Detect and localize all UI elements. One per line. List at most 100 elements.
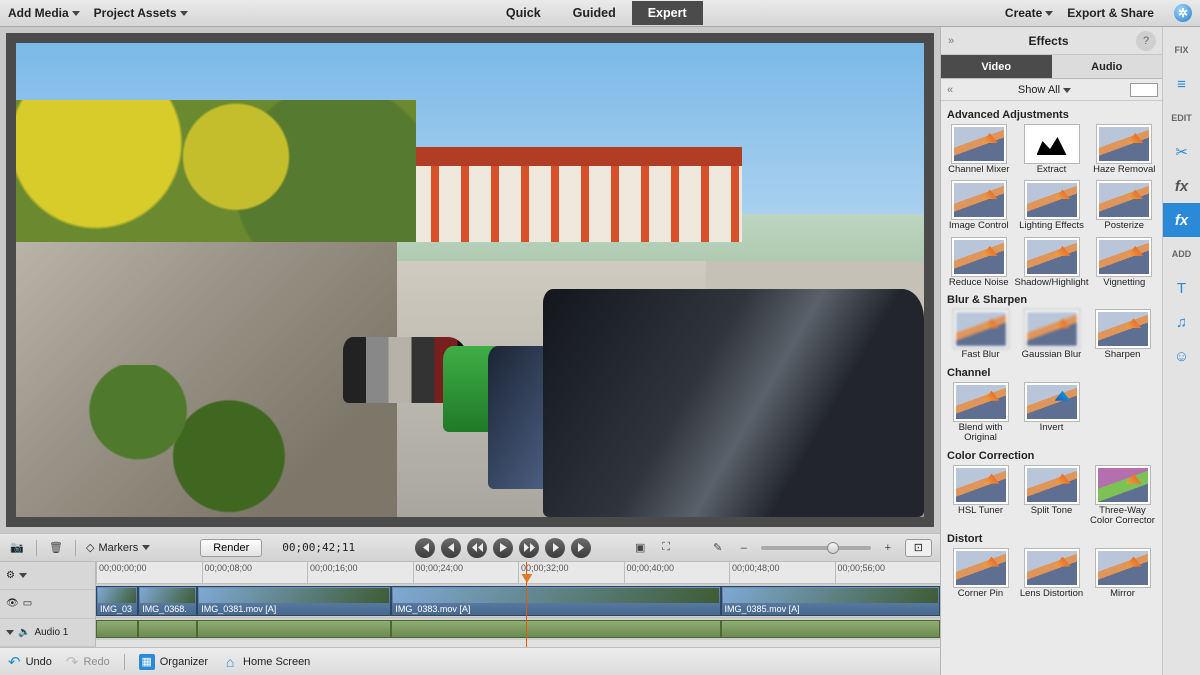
- render-button[interactable]: Render: [200, 539, 262, 557]
- export-share-menu[interactable]: Export & Share: [1067, 6, 1154, 20]
- fast-forward-button[interactable]: [519, 538, 539, 558]
- effects-category-dropdown[interactable]: Show All: [959, 84, 1130, 96]
- effect-preset[interactable]: Split Tone: [1018, 466, 1085, 527]
- effects-tab-video[interactable]: Video: [941, 55, 1052, 79]
- effect-thumbnail: [954, 310, 1008, 348]
- effect-preset[interactable]: Fast Blur: [947, 310, 1014, 360]
- fullscreen-icon[interactable]: ⛶: [657, 539, 675, 557]
- tab-guided[interactable]: Guided: [557, 1, 632, 25]
- audio-clip[interactable]: [197, 620, 391, 638]
- effect-preset[interactable]: Blend with Original: [947, 383, 1014, 444]
- tools-icon[interactable]: ✎: [709, 539, 727, 557]
- marker-icon: ◇: [86, 541, 94, 554]
- effect-preset[interactable]: Vignetting: [1092, 238, 1156, 288]
- effect-preset[interactable]: Corner Pin: [947, 549, 1014, 599]
- zoom-in-icon[interactable]: +: [879, 539, 897, 557]
- zoom-slider[interactable]: [761, 546, 871, 550]
- effect-preset[interactable]: Lighting Effects: [1015, 181, 1089, 231]
- settings-gear-icon[interactable]: ✲: [1174, 4, 1192, 22]
- help-icon[interactable]: ?: [1136, 31, 1156, 51]
- effect-preset[interactable]: Invert: [1018, 383, 1085, 444]
- rail-crop[interactable]: ✂: [1163, 135, 1200, 169]
- fit-button[interactable]: ⊡: [905, 539, 932, 557]
- play-button[interactable]: [493, 538, 513, 558]
- tab-expert[interactable]: Expert: [632, 1, 703, 25]
- music-icon: ♫: [1176, 315, 1187, 330]
- timeline-clip[interactable]: IMG_0385.mov [A]: [721, 586, 940, 616]
- rewind-button[interactable]: [467, 538, 487, 558]
- step-back-button[interactable]: [441, 538, 461, 558]
- video-track[interactable]: IMG_03IMG_0368.IMG_0381.mov [A]IMG_0383.…: [96, 584, 940, 618]
- home-screen-button[interactable]: ⌂Home Screen: [222, 654, 310, 670]
- audio-clip[interactable]: [138, 620, 197, 638]
- effect-thumbnail: [1025, 125, 1079, 163]
- effect-label: Fast Blur: [961, 350, 999, 360]
- effect-preset[interactable]: Posterize: [1092, 181, 1156, 231]
- goto-start-button[interactable]: [415, 538, 435, 558]
- preview-monitor[interactable]: [16, 43, 924, 517]
- timeline-ruler[interactable]: 00;00;00;0000;00;08;0000;00;16;0000;00;2…: [96, 562, 940, 584]
- goto-end-button[interactable]: [571, 538, 591, 558]
- redo-button[interactable]: ↷Redo: [66, 653, 110, 671]
- step-forward-button[interactable]: [545, 538, 565, 558]
- effect-thumbnail: [954, 466, 1008, 504]
- effects-search-input[interactable]: [1130, 83, 1158, 97]
- panel-title: Effects: [961, 34, 1136, 48]
- effect-preset[interactable]: Gaussian Blur: [1018, 310, 1085, 360]
- playhead[interactable]: [526, 562, 527, 647]
- tab-quick[interactable]: Quick: [490, 1, 557, 25]
- effect-thumbnail: [1025, 310, 1079, 348]
- rail-add[interactable]: ADD: [1163, 237, 1200, 271]
- timeline-clip[interactable]: IMG_03: [96, 586, 138, 616]
- timeline-clip[interactable]: IMG_0381.mov [A]: [197, 586, 391, 616]
- project-assets-menu[interactable]: Project Assets: [94, 6, 188, 20]
- timeline-settings-header[interactable]: ⚙: [0, 562, 95, 590]
- audio-track-header[interactable]: 🔈Audio 1: [0, 619, 95, 647]
- organizer-button[interactable]: ▦Organizer: [139, 654, 208, 670]
- effect-preset[interactable]: Haze Removal: [1092, 125, 1156, 175]
- effect-preset[interactable]: Extract: [1015, 125, 1089, 175]
- rail-adjust[interactable]: ≡: [1163, 67, 1200, 101]
- effect-preset[interactable]: Image Control: [947, 181, 1011, 231]
- effect-preset[interactable]: Sharpen: [1089, 310, 1156, 360]
- effects-category-header: Blur & Sharpen: [947, 294, 1156, 306]
- speaker-icon: 🔈: [18, 627, 30, 638]
- rail-fx[interactable]: fx: [1163, 203, 1200, 237]
- safe-margins-icon[interactable]: ▣: [631, 539, 649, 557]
- create-menu[interactable]: Create: [1005, 6, 1053, 20]
- rail-titles[interactable]: T: [1163, 271, 1200, 305]
- effect-thumbnail: [1025, 181, 1079, 219]
- effect-label: Mirror: [1110, 589, 1135, 599]
- rail-graphics[interactable]: ☺: [1163, 339, 1200, 373]
- history-back-icon[interactable]: «: [941, 84, 959, 96]
- effect-preset[interactable]: Mirror: [1089, 549, 1156, 599]
- effect-preset[interactable]: Reduce Noise: [947, 238, 1011, 288]
- gear-icon: ⚙: [6, 570, 15, 581]
- zoom-out-icon[interactable]: –: [735, 539, 753, 557]
- effect-preset[interactable]: HSL Tuner: [947, 466, 1014, 527]
- audio-clip[interactable]: [96, 620, 138, 638]
- effect-preset[interactable]: Three-Way Color Corrector: [1089, 466, 1156, 527]
- audio-clip[interactable]: [721, 620, 940, 638]
- effect-preset[interactable]: Shadow/Highlight: [1015, 238, 1089, 288]
- timeline-clip[interactable]: IMG_0383.mov [A]: [391, 586, 720, 616]
- undo-button[interactable]: ↶Undo: [8, 653, 52, 671]
- trash-icon[interactable]: 🗑: [47, 539, 65, 557]
- rail-fx-out[interactable]: fx: [1163, 169, 1200, 203]
- video-track-header[interactable]: 👁▭: [0, 590, 95, 618]
- effect-thumbnail: [1096, 549, 1150, 587]
- audio-track[interactable]: [96, 618, 940, 640]
- effect-preset[interactable]: Channel Mixer: [947, 125, 1011, 175]
- camera-icon[interactable]: 📷: [8, 539, 26, 557]
- markers-dropdown[interactable]: ◇ Markers: [86, 541, 150, 554]
- rail-music[interactable]: ♫: [1163, 305, 1200, 339]
- timecode-display: 00;00;42;11: [282, 541, 355, 554]
- add-media-menu[interactable]: Add Media: [8, 6, 80, 20]
- timeline-clip[interactable]: IMG_0368.: [138, 586, 197, 616]
- panel-collapse-icon[interactable]: »: [941, 35, 961, 47]
- effect-preset[interactable]: Lens Distortion: [1018, 549, 1085, 599]
- effects-tab-audio[interactable]: Audio: [1052, 55, 1163, 79]
- audio-clip[interactable]: [391, 620, 720, 638]
- rail-fix[interactable]: FIX: [1163, 33, 1200, 67]
- rail-edit[interactable]: EDIT: [1163, 101, 1200, 135]
